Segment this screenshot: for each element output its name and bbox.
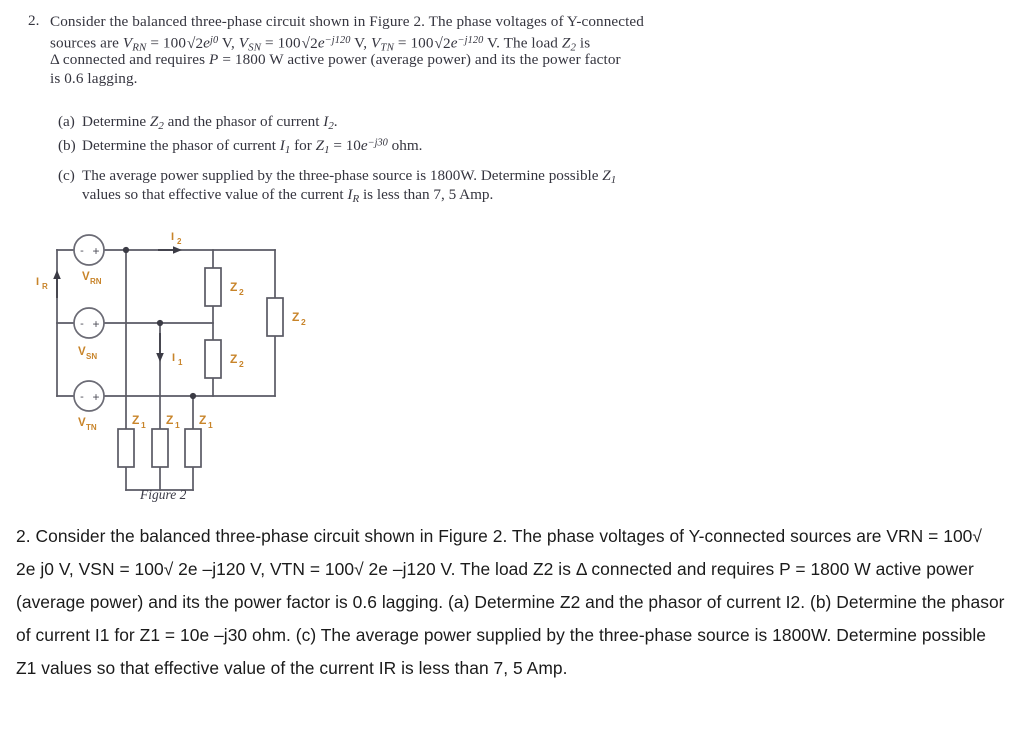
source-vrn-group: - + V RN <box>73 234 105 286</box>
subquestion-c-text-line2: values so that effective value of the cu… <box>82 186 493 205</box>
impedance-z2-a-label: Z <box>230 280 237 294</box>
subquestion-c-label: (c) <box>58 167 75 184</box>
problem-line-1-text: Consider the balanced three-phase circui… <box>50 13 644 30</box>
current-arrow-ir <box>53 270 61 298</box>
impedance-z1-c-label-sub: 1 <box>208 420 213 430</box>
current-label-i2-sub: 2 <box>177 237 182 246</box>
impedance-z2-b-label-sub: 2 <box>239 359 244 369</box>
impedance-z2-c <box>266 297 284 337</box>
problem-line-3: Δ connected and requires P = 1800 W acti… <box>50 50 621 69</box>
impedance-z2-c-label: Z <box>292 310 299 324</box>
b-sym-z1: Z <box>315 137 325 154</box>
source-vtn-plus: + <box>92 390 99 404</box>
exponent-1: j0 <box>210 35 219 46</box>
source-vtn-group: - + V TN <box>73 380 105 432</box>
a-text-c: . <box>333 113 338 130</box>
current-label-i2: I <box>171 231 174 243</box>
current-arrow-i2 <box>158 246 182 254</box>
source-vtn-minus: - <box>80 391 84 403</box>
figure-caption: Figure 2 <box>140 487 187 502</box>
symbol-p: P <box>209 51 219 68</box>
problem-line-4: is 0.6 lagging. <box>50 69 138 88</box>
source-vsn-group: - + V SN <box>73 307 105 361</box>
exponent-3: −j120 <box>457 35 484 46</box>
c-line2-a: values so that effective value of the cu… <box>82 186 348 203</box>
source-vtn-label-sub: TN <box>86 423 97 432</box>
junction-dot-top <box>122 246 130 254</box>
c-line1-a: The average power supplied by the three-… <box>82 167 603 184</box>
impedance-z2-c-label-sub: 2 <box>301 317 306 327</box>
junction-dot-mid <box>156 319 164 327</box>
subquestion-a-label: (a) <box>58 113 75 130</box>
subquestion-b-label: (b) <box>58 137 76 154</box>
impedance-z1-b-label: Z <box>166 413 173 427</box>
impedance-z1-a-label: Z <box>132 413 139 427</box>
subquestion-b-text: Determine the phasor of current I1 for Z… <box>82 137 422 156</box>
subquestion-c-text-line1: The average power supplied by the three-… <box>82 167 616 186</box>
source-vrn-plus: + <box>92 244 99 258</box>
impedance-z2-a <box>204 267 222 307</box>
current-label-i1-sub: 1 <box>178 358 183 367</box>
b-text-c: = 10 <box>329 137 361 154</box>
line3-b: = 1800 W active power (average power) an… <box>218 51 621 68</box>
delta-symbol: Δ <box>50 51 60 68</box>
problem-line-1: Consider the balanced three-phase circui… <box>50 12 644 31</box>
source-vrn-label: V <box>82 271 90 283</box>
c-line2-b: is less than 7, 5 Amp. <box>359 186 494 203</box>
current-label-i1: I <box>172 352 175 364</box>
source-vtn-label: V <box>78 417 86 429</box>
impedance-z1-a-label-sub: 1 <box>141 420 146 430</box>
impedance-z1-b <box>151 428 169 468</box>
impedance-z1-a <box>117 428 135 468</box>
current-label-ir: I <box>36 276 39 288</box>
problem-number: 2. <box>28 12 40 29</box>
current-arrow-i1 <box>156 333 164 362</box>
a-text-a: Determine <box>82 113 150 130</box>
b-text-a: Determine the phasor of current <box>82 137 280 154</box>
b-exponent: −j30 <box>367 137 388 149</box>
source-vsn-label-sub: SN <box>86 352 97 361</box>
transcription-text: 2. Consider the balanced three-phase cir… <box>16 526 1005 678</box>
circuit-svg: - + V RN - + V SN - + V TN Z 2 Z 2 Z 2 Z… <box>36 231 306 491</box>
a-text-b: and the phasor of current <box>163 113 324 130</box>
b-text-d: ohm. <box>387 137 423 154</box>
b-text-b: for <box>290 137 316 154</box>
impedance-z2-b-label: Z <box>230 352 237 366</box>
source-vsn-plus: + <box>92 317 99 331</box>
source-vsn-minus: - <box>80 318 84 330</box>
source-vrn-label-sub: RN <box>90 277 102 286</box>
line3-a: connected and requires <box>59 51 210 68</box>
subquestion-a-text: Determine Z2 and the phasor of current I… <box>82 113 338 132</box>
current-label-ir-sub: R <box>42 282 48 291</box>
impedance-z1-b-label-sub: 1 <box>175 420 180 430</box>
source-vsn-label: V <box>78 346 86 358</box>
c-sym-z1: Z <box>602 167 611 184</box>
impedance-z1-c <box>184 428 202 468</box>
source-vrn-minus: - <box>80 245 84 257</box>
impedance-z1-c-label: Z <box>199 413 206 427</box>
b-exp-base: e <box>360 137 368 154</box>
exponent-2: −j120 <box>324 35 351 46</box>
impedance-z2-a-label-sub: 2 <box>239 287 244 297</box>
junction-dot-bottom <box>189 392 197 400</box>
circuit-figure: - + V RN - + V SN - + V TN Z 2 Z 2 Z 2 Z… <box>30 228 370 512</box>
c-sym-z1-sub: 1 <box>610 174 617 187</box>
impedance-z2-b <box>204 339 222 379</box>
problem-line-4-text: is 0.6 lagging. <box>50 70 138 87</box>
